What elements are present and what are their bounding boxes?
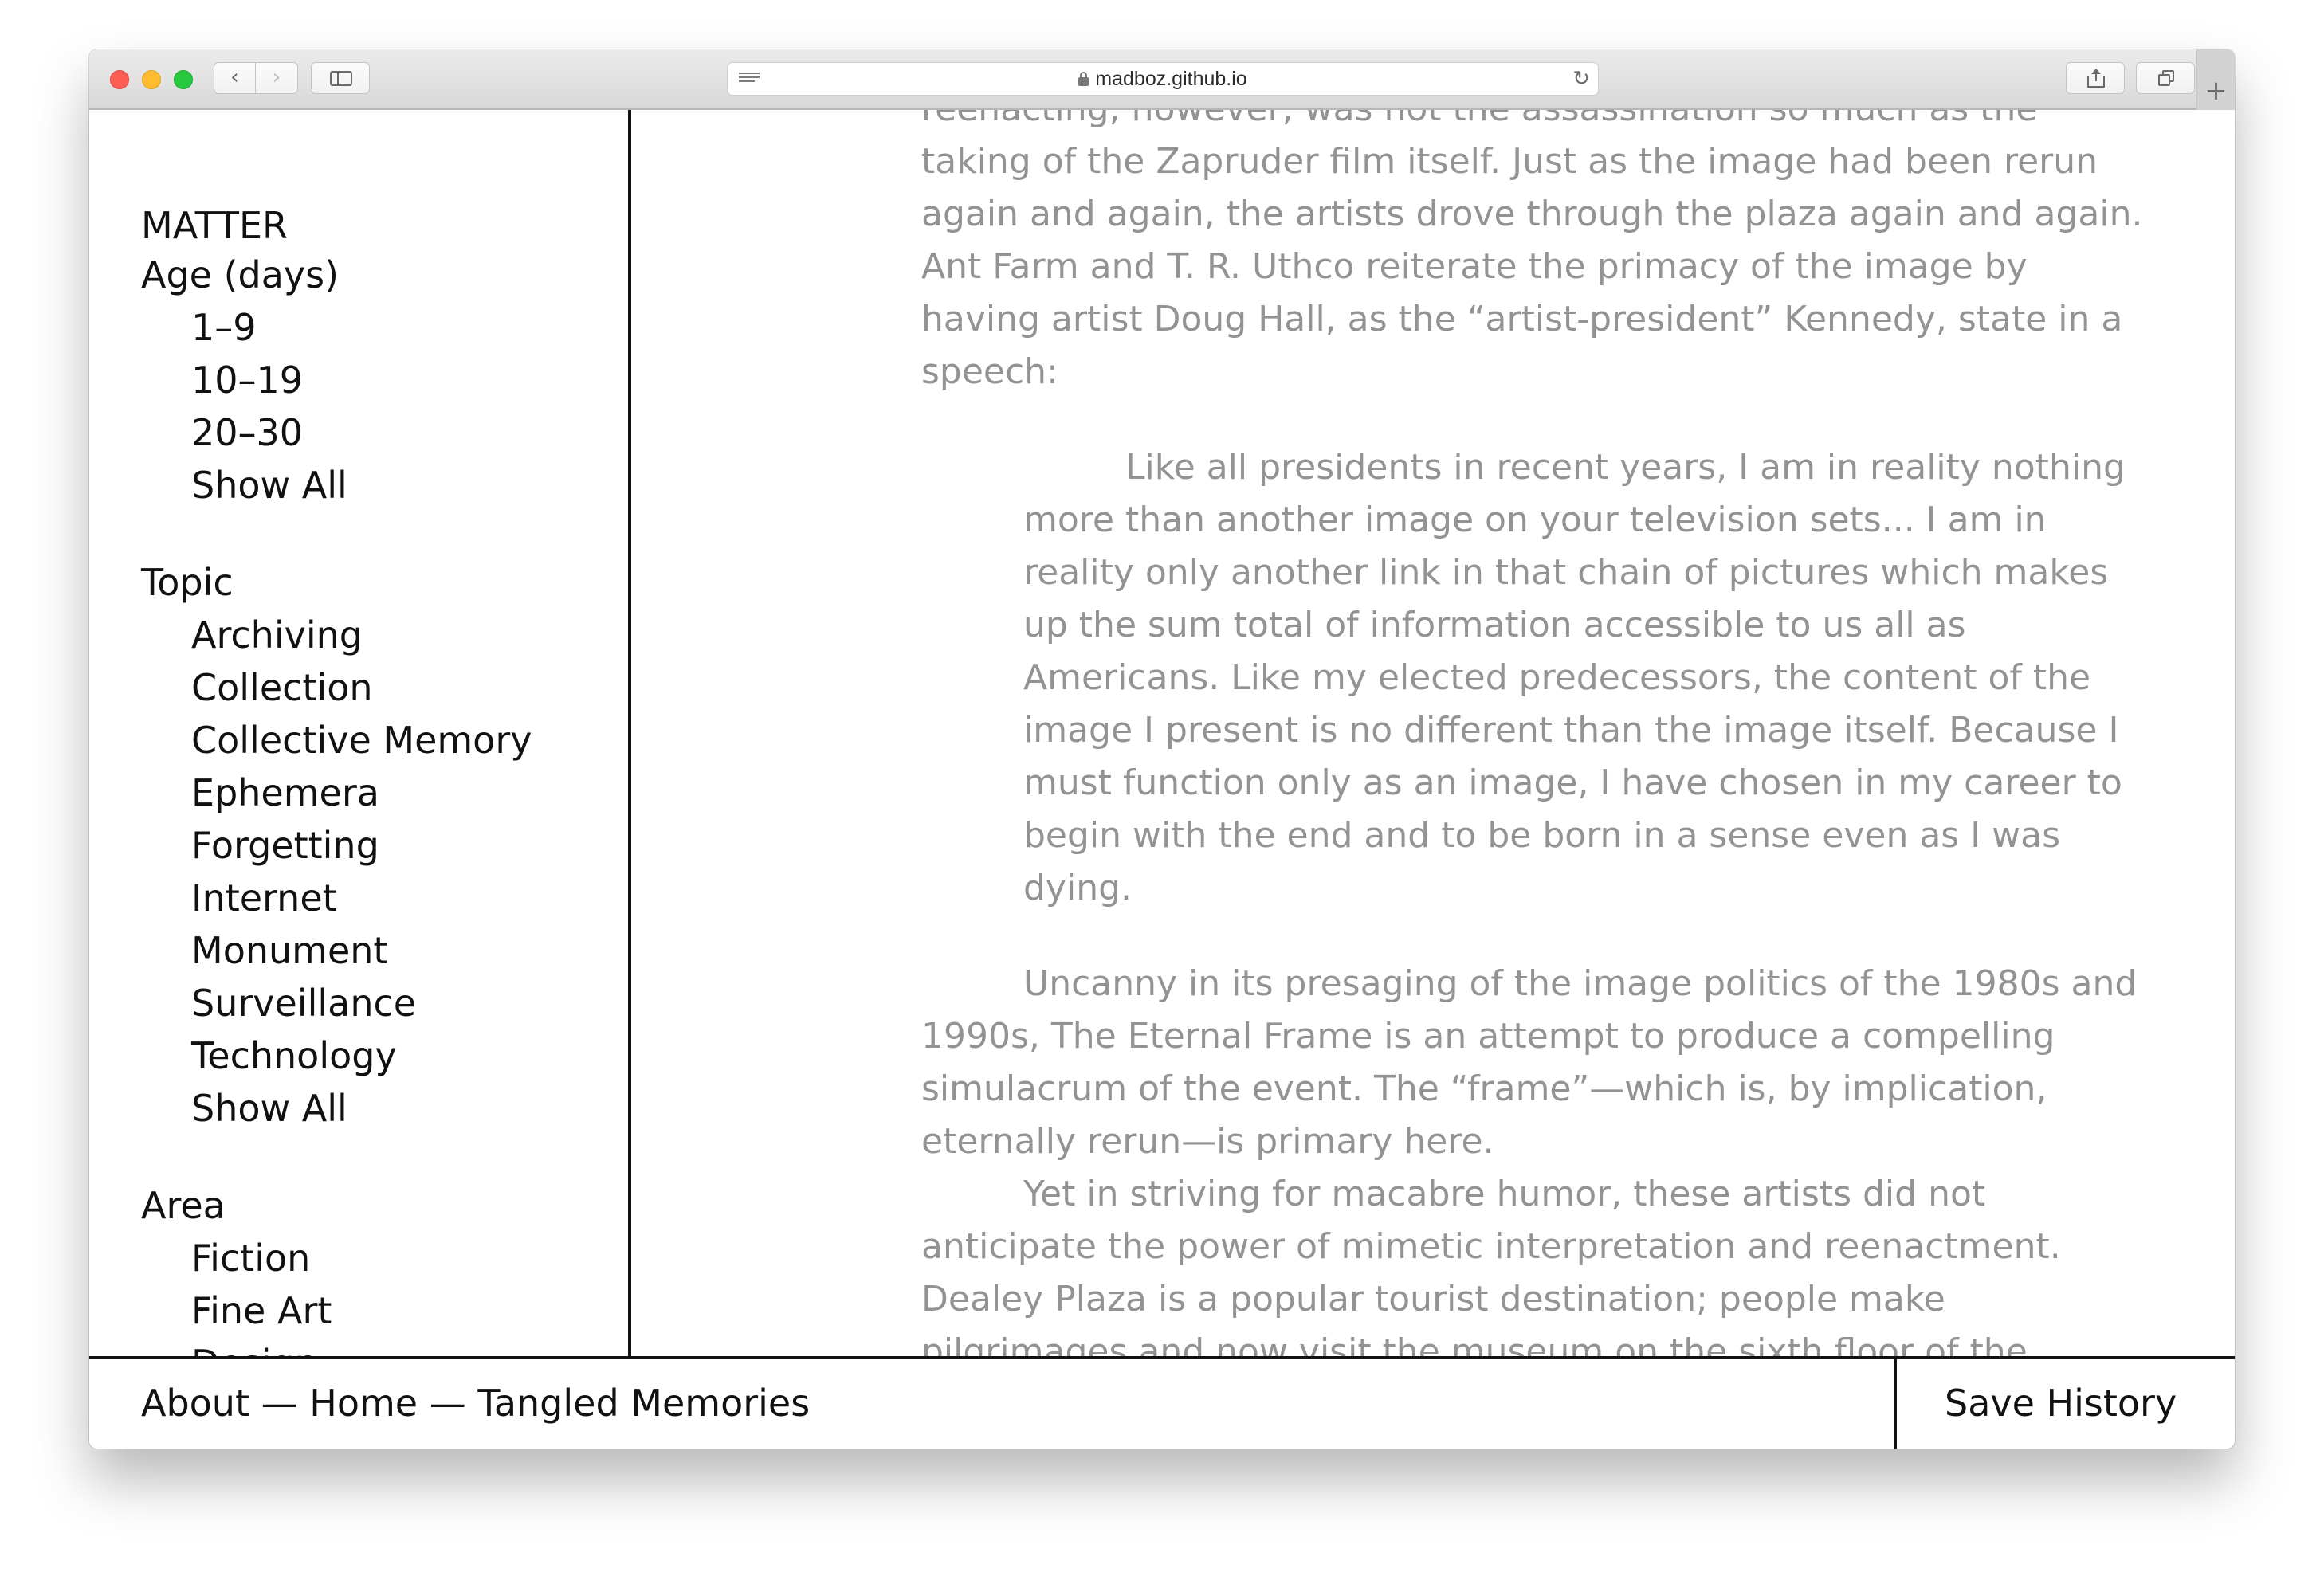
- block-quote: Like all presidents in recent years, I a…: [1023, 447, 2126, 908]
- forward-button[interactable]: ›: [256, 63, 297, 93]
- home-link[interactable]: Home: [309, 1382, 418, 1425]
- sidebar-toggle-button[interactable]: [311, 62, 370, 94]
- age-filter-20-30[interactable]: 20–30: [191, 406, 347, 459]
- history-nav-group: ‹ ›: [214, 62, 298, 94]
- area-filter-section: Area Fiction Fine Art Design: [141, 1179, 332, 1356]
- age-filter-show-all[interactable]: Show All: [191, 459, 347, 512]
- topic-filter-forgetting[interactable]: Forgetting: [191, 819, 532, 872]
- area-filter-fine-art[interactable]: Fine Art: [191, 1284, 332, 1337]
- topic-filter-monument[interactable]: Monument: [191, 924, 532, 977]
- topic-filter-ephemera[interactable]: Ephemera: [191, 766, 532, 819]
- age-filter-heading: Age (days): [141, 253, 340, 296]
- page-viewport: MATTER Age (days) 1–9 10–19 20–30 Show A…: [89, 110, 2235, 1449]
- area-filter-heading: Area: [141, 1184, 226, 1227]
- chevron-left-icon: ‹: [230, 65, 239, 89]
- save-history-button[interactable]: Save History: [1945, 1359, 2177, 1447]
- area-filter-design[interactable]: Design: [191, 1337, 332, 1356]
- plus-icon: +: [2204, 75, 2228, 107]
- topic-filter-collection[interactable]: Collection: [191, 661, 532, 714]
- lock-icon: [1078, 72, 1089, 86]
- site-title[interactable]: MATTER: [141, 199, 288, 252]
- topic-filter-show-all[interactable]: Show All: [191, 1082, 532, 1135]
- footer-separator: —: [418, 1382, 478, 1425]
- project-link[interactable]: Tangled Memories: [477, 1382, 810, 1425]
- close-window-button[interactable]: [110, 70, 129, 89]
- area-filter-fiction[interactable]: Fiction: [191, 1232, 332, 1284]
- footer-nav: About — Home — Tangled Memories: [141, 1359, 810, 1447]
- site-footer: About — Home — Tangled Memories Save His…: [89, 1356, 2235, 1449]
- article-paragraph: Uncanny in its presaging of the image po…: [921, 963, 2138, 1162]
- new-tab-button[interactable]: +: [2196, 49, 2235, 110]
- minimize-window-button[interactable]: [142, 70, 161, 89]
- topic-filter-technology[interactable]: Technology: [191, 1029, 532, 1082]
- age-filter-10-19[interactable]: 10–19: [191, 354, 347, 406]
- browser-toolbar: ‹ › madboz.github.io ↻ +: [89, 49, 2235, 110]
- share-button[interactable]: [2066, 62, 2125, 94]
- article-paragraph: reenacting, however, was not the assassi…: [921, 110, 2143, 392]
- url-text: madboz.github.io: [1095, 68, 1247, 90]
- topic-filter-internet[interactable]: Internet: [191, 872, 532, 924]
- article-pane[interactable]: reenacting, however, was not the assassi…: [631, 110, 2235, 1356]
- url-display[interactable]: madboz.github.io: [728, 63, 1598, 95]
- topic-filter-collective-memory[interactable]: Collective Memory: [191, 714, 532, 766]
- footer-separator: —: [249, 1382, 310, 1425]
- topic-filter-heading: Topic: [141, 561, 234, 604]
- filter-sidebar[interactable]: MATTER Age (days) 1–9 10–19 20–30 Show A…: [89, 110, 631, 1356]
- back-button[interactable]: ‹: [214, 63, 256, 93]
- chevron-right-icon: ›: [272, 65, 281, 89]
- footer-divider: [1894, 1359, 1897, 1449]
- sidebar-icon: [330, 71, 352, 86]
- topic-filter-archiving[interactable]: Archiving: [191, 609, 532, 661]
- article-body: reenacting, however, was not the assassi…: [921, 110, 2149, 1356]
- address-bar[interactable]: madboz.github.io ↻: [727, 62, 1599, 96]
- topic-filter-surveillance[interactable]: Surveillance: [191, 977, 532, 1029]
- about-link[interactable]: About: [141, 1382, 249, 1425]
- zoom-window-button[interactable]: [174, 70, 193, 89]
- browser-window: ‹ › madboz.github.io ↻ + MATTER Age (day…: [89, 49, 2235, 1449]
- age-filter-1-9[interactable]: 1–9: [191, 301, 347, 354]
- age-filter-section: Age (days) 1–9 10–19 20–30 Show All: [141, 249, 347, 512]
- reload-icon[interactable]: ↻: [1572, 63, 1590, 95]
- show-tabs-button[interactable]: [2136, 62, 2195, 94]
- topic-filter-section: Topic Archiving Collection Collective Me…: [141, 556, 532, 1135]
- share-icon: [2087, 69, 2105, 88]
- article-paragraph: Yet in striving for macabre humor, these…: [921, 1174, 2061, 1356]
- tabs-overview-icon: [2157, 70, 2175, 87]
